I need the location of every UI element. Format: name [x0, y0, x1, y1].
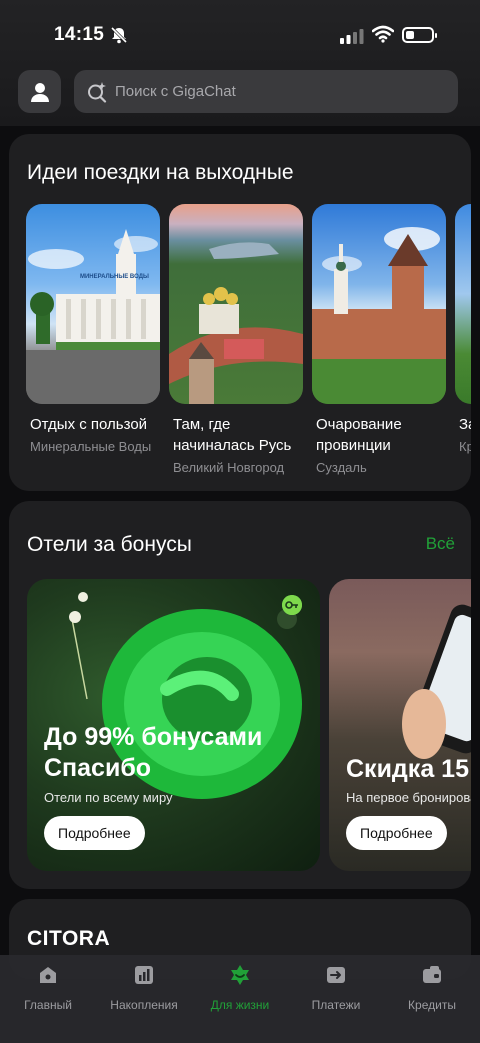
- chart-icon: [135, 966, 153, 984]
- nav-label: Платежи: [311, 998, 361, 1012]
- trip-title: Отдых с пользой: [30, 416, 148, 433]
- trip-subtitle: Минеральные Воды: [30, 439, 152, 454]
- trip-item-mineralnye-vody[interactable]: МИНЕРАЛЬНЫЕ ВОДЫ Отдых с пользой Минерал…: [26, 204, 160, 454]
- trip-image: МИНЕРАЛЬНЫЕ ВОДЫ: [26, 204, 160, 404]
- trip-item-suzdal[interactable]: Очарование провинции Суздаль: [312, 204, 446, 475]
- hotels-card: Отели за бонусы Всё До 99% бонусами Спас…: [9, 501, 471, 889]
- profile-button[interactable]: [18, 70, 61, 113]
- trip-title: Там, где начиналась Русь: [173, 416, 292, 454]
- suzdal-illustration: [312, 227, 446, 404]
- battery-icon: [402, 27, 437, 43]
- nav-item-home[interactable]: Главный: [0, 963, 96, 1012]
- all-hotels-link[interactable]: Всё: [426, 534, 455, 554]
- hotels-title: Отели за бонусы: [27, 533, 192, 556]
- trip-subtitle: Кр: [459, 439, 471, 454]
- citora-title: CITORA: [27, 927, 111, 950]
- banner-subtitle: Отели по всему миру: [44, 790, 173, 805]
- banner-headline: Скидка 15: [346, 755, 469, 783]
- more-button[interactable]: Подробнее: [346, 816, 447, 850]
- trip-title: За го: [459, 416, 471, 433]
- home-icon: [40, 967, 56, 983]
- banner-headline: До 99% бонусами Спасибо: [44, 723, 263, 782]
- search-placeholder: Поиск с GigaChat: [115, 83, 236, 100]
- trip-title: Очарование провинции: [316, 416, 402, 454]
- user-icon: [30, 82, 49, 102]
- cellular-signal-icon: [340, 29, 364, 44]
- kremlin-illustration: [169, 242, 303, 404]
- status-bar: 14:15: [0, 0, 480, 68]
- trip-subtitle: Великий Новгород: [173, 460, 285, 475]
- trip-image: [312, 204, 446, 404]
- building-illustration: [26, 229, 160, 404]
- gigachat-search-icon: [88, 82, 107, 103]
- bell-off-icon: [110, 26, 128, 44]
- hotel-banner-discount[interactable]: Скидка 15 На первое бронирован Подробнее: [329, 579, 471, 871]
- trip-image: [169, 204, 303, 404]
- banner-subtitle: На первое бронирован: [346, 790, 471, 805]
- nav-item-credits[interactable]: Кредиты: [384, 963, 480, 1012]
- more-button[interactable]: Подробнее: [44, 816, 145, 850]
- bottom-nav: Главный Накопления Для жизни Платежи Кре…: [0, 955, 480, 1043]
- trip-ideas-card: Идеи поездки на выходные МИНЕРАЛЬНЫЕ ВОД…: [9, 134, 471, 491]
- trip-ideas-title: Идеи поездки на выходные: [27, 161, 294, 184]
- nav-item-payments[interactable]: Платежи: [288, 963, 384, 1012]
- trip-item-novgorod[interactable]: Там, где начиналась Русь Великий Новгоро…: [169, 204, 303, 475]
- nav-label: Для жизни: [210, 998, 270, 1012]
- nav-item-savings[interactable]: Накопления: [96, 963, 192, 1012]
- wifi-icon: [372, 25, 394, 43]
- sber-star-icon: [231, 965, 249, 985]
- nav-label: Накопления: [110, 998, 178, 1012]
- building-sign: МИНЕРАЛЬНЫЕ ВОДЫ: [80, 274, 149, 280]
- nav-item-life[interactable]: Для жизни: [192, 963, 288, 1012]
- hotel-banner-bonus[interactable]: До 99% бонусами Спасибо Отели по всему м…: [27, 579, 320, 871]
- trip-image: [455, 204, 471, 404]
- nav-label: Главный: [24, 998, 72, 1012]
- key-icon: [282, 595, 302, 615]
- trip-item-partial[interactable]: За го Кр: [455, 204, 471, 454]
- search-input[interactable]: Поиск с GigaChat: [74, 70, 458, 113]
- status-time: 14:15: [54, 24, 105, 45]
- wallet-icon: [423, 966, 441, 983]
- transfer-icon: [327, 967, 345, 983]
- trip-subtitle: Суздаль: [316, 460, 367, 475]
- nav-label: Кредиты: [408, 998, 456, 1012]
